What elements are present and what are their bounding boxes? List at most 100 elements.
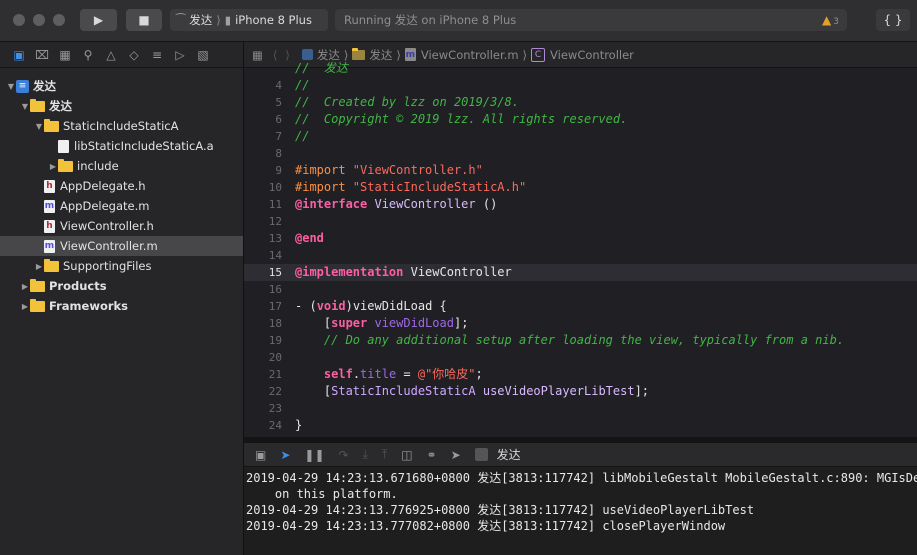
code-line[interactable]: 11 @interface ViewController () bbox=[244, 196, 917, 213]
code-line[interactable]: 9 #import "ViewController.h" bbox=[244, 162, 917, 179]
line-number[interactable]: 7 bbox=[244, 128, 282, 145]
line-number[interactable]: 15 bbox=[244, 264, 282, 281]
zoom-window-button[interactable] bbox=[53, 14, 65, 26]
report-icon[interactable]: ▧ bbox=[196, 48, 210, 62]
memory-graph-icon[interactable]: ⚭ bbox=[427, 448, 437, 462]
line-number[interactable]: 13 bbox=[244, 230, 282, 247]
code-line[interactable]: 7 // bbox=[244, 128, 917, 145]
disclosure-closed-icon[interactable]: ▶ bbox=[20, 282, 30, 291]
code-text: // 发达 bbox=[295, 60, 348, 77]
hide-debug-area-icon[interactable]: ▣ bbox=[255, 448, 266, 462]
code-line[interactable]: 8 bbox=[244, 145, 917, 162]
code-line[interactable]: 10 #import "StaticIncludeStaticA.h" bbox=[244, 179, 917, 196]
code-line[interactable]: 17 - (void)viewDidLoad { bbox=[244, 298, 917, 315]
folder-icon[interactable]: ▣ bbox=[12, 48, 26, 62]
source-control-icon[interactable]: ⌧ bbox=[35, 48, 49, 62]
warnings-indicator[interactable]: ▲ 3 bbox=[822, 13, 839, 27]
process-selector[interactable]: 发达 bbox=[474, 446, 521, 463]
file-tree-row[interactable]: m ViewController.m bbox=[0, 236, 243, 256]
disclosure-closed-icon[interactable]: ▶ bbox=[48, 162, 58, 171]
line-number[interactable]: 17 bbox=[244, 298, 282, 315]
line-number[interactable]: 12 bbox=[244, 213, 282, 230]
breakpoints-toggle-icon[interactable]: ➤ bbox=[280, 448, 290, 462]
step-out-icon[interactable]: ⤒ bbox=[382, 447, 387, 462]
line-number[interactable]: 9 bbox=[244, 162, 282, 179]
pause-icon[interactable]: ❚❚ bbox=[304, 448, 324, 462]
symbol-icon[interactable]: ▦ bbox=[58, 48, 72, 62]
scheme-selector[interactable]: ⁀ 发达 ⟩ ▮ iPhone 8 Plus bbox=[170, 9, 328, 31]
scheme-target: 发达 bbox=[189, 13, 213, 27]
disclosure-open-icon[interactable]: ▼ bbox=[6, 82, 16, 91]
file-tree-row[interactable]: ▼ StaticIncludeStaticA bbox=[0, 116, 243, 136]
step-into-icon[interactable]: ⤓ bbox=[363, 447, 368, 462]
disclosure-closed-icon[interactable]: ▶ bbox=[20, 302, 30, 311]
code-line[interactable]: 6 // Copyright © 2019 lzz. All rights res… bbox=[244, 111, 917, 128]
warning-icon: ▲ bbox=[822, 13, 832, 27]
implementation-file-icon: m bbox=[44, 199, 55, 213]
run-button[interactable]: ▶ bbox=[80, 9, 117, 31]
library-button[interactable]: { } bbox=[876, 9, 910, 31]
view-debugger-icon[interactable]: ◫ bbox=[401, 448, 412, 462]
line-number[interactable]: 24 bbox=[244, 417, 282, 434]
code-line[interactable]: 15 @implementation ViewController bbox=[244, 264, 917, 281]
line-number[interactable]: 14 bbox=[244, 247, 282, 264]
disclosure-closed-icon[interactable]: ▶ bbox=[34, 262, 44, 271]
code-line[interactable]: 4 // bbox=[244, 77, 917, 94]
line-number[interactable]: 23 bbox=[244, 400, 282, 417]
code-line[interactable]: 14 bbox=[244, 247, 917, 264]
code-line[interactable]: 22 [StaticIncludeStaticA useVideoPlayerL… bbox=[244, 383, 917, 400]
line-number[interactable]: 18 bbox=[244, 315, 282, 332]
code-line[interactable]: 20 bbox=[244, 349, 917, 366]
console-line: 2019-04-29 14:23:13.777082+0800 发达[3813:… bbox=[246, 519, 726, 533]
code-line[interactable]: 23 bbox=[244, 400, 917, 417]
line-number[interactable]: 22 bbox=[244, 383, 282, 400]
console-output[interactable]: 2019-04-29 14:23:13.671680+0800 发达[3813:… bbox=[244, 468, 917, 555]
test-icon[interactable]: ◇ bbox=[127, 48, 141, 62]
line-number[interactable]: 20 bbox=[244, 349, 282, 366]
file-tree-row[interactable]: h AppDelegate.h bbox=[0, 176, 243, 196]
code-line[interactable]: 19 // Do any additional setup after load… bbox=[244, 332, 917, 349]
line-number[interactable]: 10 bbox=[244, 179, 282, 196]
location-icon[interactable]: ➤ bbox=[451, 448, 461, 462]
line-number[interactable]: 5 bbox=[244, 94, 282, 111]
step-over-icon[interactable]: ↷ bbox=[339, 448, 349, 462]
line-number[interactable]: 11 bbox=[244, 196, 282, 213]
code-token: ]; bbox=[634, 384, 650, 398]
issue-icon[interactable]: △ bbox=[104, 48, 118, 62]
code-line[interactable]: 18 [super viewDidLoad]; bbox=[244, 315, 917, 332]
line-number[interactable]: 16 bbox=[244, 281, 282, 298]
code-line[interactable]: 12 bbox=[244, 213, 917, 230]
code-line[interactable]: 16 bbox=[244, 281, 917, 298]
disclosure-open-icon[interactable]: ▼ bbox=[34, 122, 44, 131]
code-line[interactable]: 5 // Created by lzz on 2019/3/8. bbox=[244, 94, 917, 111]
code-line[interactable]: 13 @end bbox=[244, 230, 917, 247]
line-number[interactable]: 4 bbox=[244, 77, 282, 94]
debug-icon[interactable]: ≡ bbox=[150, 48, 164, 62]
code-text: [StaticIncludeStaticA useVideoPlayerLibT… bbox=[295, 383, 649, 400]
code-token: . bbox=[352, 367, 361, 381]
file-tree-row[interactable]: m AppDelegate.m bbox=[0, 196, 243, 216]
breakpoint-icon[interactable]: ▷ bbox=[173, 48, 187, 62]
file-tree-row[interactable]: h ViewController.h bbox=[0, 216, 243, 236]
minimize-window-button[interactable] bbox=[33, 14, 45, 26]
code-line[interactable]: 21 self.title = @"你哈皮"; bbox=[244, 366, 917, 383]
code-line[interactable]: // 发达 bbox=[244, 60, 917, 77]
file-tree-row[interactable]: ▼ ≡ 发达 bbox=[0, 76, 243, 96]
line-number[interactable]: 19 bbox=[244, 332, 282, 349]
file-tree-row[interactable]: ▶ include bbox=[0, 156, 243, 176]
file-tree-row[interactable]: ▼ 发达 bbox=[0, 96, 243, 116]
stop-button[interactable]: ■ bbox=[126, 9, 162, 31]
file-tree-row[interactable]: libStaticIncludeStaticA.a bbox=[0, 136, 243, 156]
code-text: // bbox=[295, 128, 309, 145]
line-number[interactable]: 21 bbox=[244, 366, 282, 383]
close-window-button[interactable] bbox=[13, 14, 25, 26]
disclosure-open-icon[interactable]: ▼ bbox=[20, 102, 30, 111]
file-tree-row[interactable]: ▶ Products bbox=[0, 276, 243, 296]
line-number[interactable]: 8 bbox=[244, 145, 282, 162]
file-tree-row[interactable]: ▶ Frameworks bbox=[0, 296, 243, 316]
search-icon[interactable]: ⚲ bbox=[81, 48, 95, 62]
code-line[interactable]: 24} bbox=[244, 417, 917, 434]
file-tree-row[interactable]: ▶ SupportingFiles bbox=[0, 256, 243, 276]
line-number[interactable]: 6 bbox=[244, 111, 282, 128]
